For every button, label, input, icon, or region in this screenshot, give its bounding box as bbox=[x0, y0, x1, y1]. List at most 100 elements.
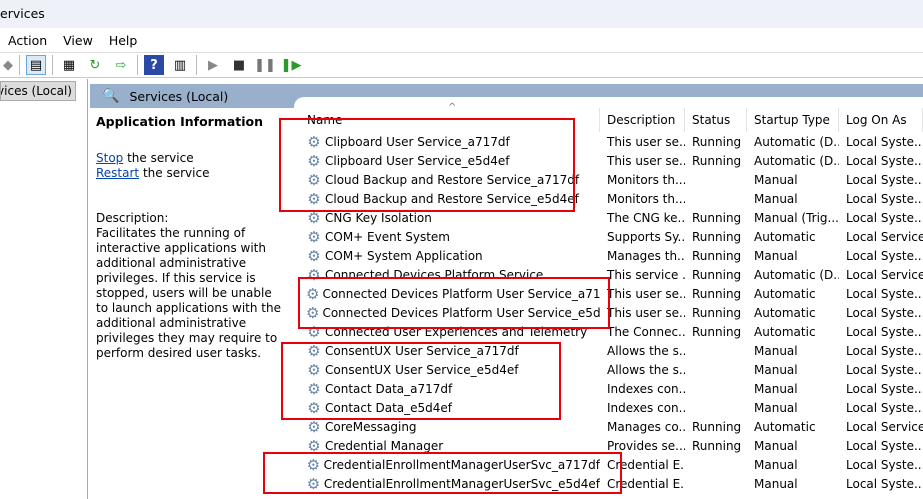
table-row[interactable]: ⚙ Connected Devices Platform Service This … bbox=[300, 265, 923, 284]
gear-icon: ⚙ bbox=[307, 266, 321, 283]
table-row[interactable]: ⚙ Connected User Experiences and Telemetr… bbox=[300, 322, 923, 341]
service-name: ⚙ Contact Data_e5d4ef bbox=[300, 400, 600, 416]
show-action-pane-icon[interactable]: ▥ bbox=[170, 55, 190, 75]
service-log-on-as: Local Syste... bbox=[846, 476, 923, 491]
service-description: Provides se... bbox=[607, 438, 685, 453]
service-startup-type: Manual bbox=[754, 457, 798, 472]
service-name-text: Connected Devices Platform User Service_… bbox=[322, 305, 600, 320]
table-row[interactable]: ⚙ Cloud Backup and Restore Service_a717df… bbox=[300, 170, 923, 189]
service-description: Indexes con... bbox=[607, 381, 685, 396]
properties-icon[interactable]: ▦ bbox=[59, 55, 79, 75]
gear-icon: ⚙ bbox=[307, 323, 321, 340]
sort-ascending-icon: ^ bbox=[448, 102, 457, 113]
menu-help[interactable]: Help bbox=[101, 33, 146, 48]
service-name: ⚙ Connected Devices Platform User Service… bbox=[300, 286, 600, 302]
service-startup-type: Manual bbox=[754, 191, 798, 206]
table-row[interactable]: ⚙ Credential Manager Provides se... Running… bbox=[300, 436, 923, 455]
service-status: Running bbox=[692, 324, 742, 339]
menu-action[interactable]: Action bbox=[0, 33, 55, 48]
service-startup-type: Automatic (D... bbox=[754, 153, 839, 168]
table-row[interactable]: ⚙ Cloud Backup and Restore Service_e5d4ef… bbox=[300, 189, 923, 208]
pause-service-icon[interactable]: ❚❚ bbox=[254, 55, 276, 75]
forward-icon[interactable]: ◆ bbox=[3, 55, 13, 75]
restart-service-icon[interactable]: ❚▶ bbox=[281, 55, 302, 75]
column-header-status[interactable]: Status bbox=[685, 108, 747, 132]
column-header-description[interactable]: Description bbox=[600, 108, 685, 132]
service-name: ⚙ CNG Key Isolation bbox=[300, 210, 600, 226]
service-description: This user se... bbox=[607, 305, 685, 320]
service-name-text: Connected Devices Platform Service bbox=[325, 267, 544, 282]
gear-icon: ⚙ bbox=[306, 475, 321, 492]
service-log-on-as: Local Service bbox=[846, 419, 923, 434]
table-row[interactable]: ⚙ Clipboard User Service_a717df This user … bbox=[300, 132, 923, 151]
show-hide-console-tree-icon[interactable]: ▤ bbox=[26, 55, 46, 75]
service-name-text: Connected Devices Platform User Service_… bbox=[322, 286, 600, 301]
service-name-text: Credential Manager bbox=[325, 438, 444, 453]
service-name-text: CredentialEnrollmentManagerUserSvc_e5d4e… bbox=[323, 476, 600, 491]
stop-service-icon[interactable]: ■ bbox=[229, 55, 249, 75]
gear-icon: ⚙ bbox=[307, 171, 321, 188]
service-name-text: ConsentUX User Service_e5d4ef bbox=[325, 362, 519, 377]
service-name-heading: Application Information bbox=[96, 114, 264, 129]
help-icon[interactable]: ? bbox=[144, 55, 164, 75]
service-name: ⚙ Credential Manager bbox=[300, 438, 600, 454]
table-row[interactable]: ⚙ ConsentUX User Service_e5d4ef Allows the… bbox=[300, 360, 923, 379]
table-row[interactable]: ⚙ Contact Data_a717df Indexes con... Manual… bbox=[300, 379, 923, 398]
table-row[interactable]: ⚙ ConsentUX User Service_a717df Allows the… bbox=[300, 341, 923, 360]
table-row[interactable]: ⚙ COM+ Event System Supports Sy... Running A… bbox=[300, 227, 923, 246]
service-startup-type: Automatic bbox=[754, 229, 816, 244]
service-name: ⚙ Clipboard User Service_e5d4ef bbox=[300, 153, 600, 169]
table-row[interactable]: ⚙ COM+ System Application Manages th... Run… bbox=[300, 246, 923, 265]
export-list-icon[interactable]: ⇨ bbox=[111, 55, 131, 75]
divider bbox=[52, 55, 53, 75]
service-description: Supports Sy... bbox=[607, 229, 685, 244]
gear-icon: ⚙ bbox=[307, 209, 321, 226]
gear-icon: ⚙ bbox=[307, 342, 321, 359]
column-header-startup-type[interactable]: Startup Type bbox=[747, 108, 839, 132]
service-name-text: ConsentUX User Service_a717df bbox=[325, 343, 519, 358]
service-startup-type: Manual bbox=[754, 476, 798, 491]
services-list: ^ Name Description Status Startup Type L… bbox=[300, 102, 923, 493]
service-description: Credential E... bbox=[607, 457, 685, 472]
gear-icon: ⚙ bbox=[307, 190, 321, 207]
gear-icon: ⚙ bbox=[307, 399, 321, 416]
service-name-text: Cloud Backup and Restore Service_a717df bbox=[325, 172, 580, 187]
table-row[interactable]: ⚙ CoreMessaging Manages co... Running Automa… bbox=[300, 417, 923, 436]
menu-view[interactable]: View bbox=[55, 33, 101, 48]
service-log-on-as: Local Syste... bbox=[846, 248, 923, 263]
service-name-text: Contact Data_e5d4ef bbox=[325, 400, 453, 415]
table-row[interactable]: ⚙ Connected Devices Platform User Service… bbox=[300, 284, 923, 303]
service-name-text: CNG Key Isolation bbox=[325, 210, 432, 225]
service-log-on-as: Local Syste... bbox=[846, 286, 923, 301]
service-startup-type: Automatic bbox=[754, 305, 816, 320]
stop-service-link[interactable]: Stop bbox=[96, 151, 123, 165]
table-row[interactable]: ⚙ CredentialEnrollmentManagerUserSvc_e5d4… bbox=[300, 474, 923, 493]
service-log-on-as: Local Syste... bbox=[846, 438, 923, 453]
console-tree: Services (Local) bbox=[0, 79, 88, 499]
start-service-icon[interactable]: ▶ bbox=[203, 55, 223, 75]
service-startup-type: Automatic (D... bbox=[754, 134, 839, 149]
service-startup-type: Manual (Trig... bbox=[754, 210, 839, 225]
service-name-text: COM+ Event System bbox=[325, 229, 450, 244]
service-log-on-as: Local Syste... bbox=[846, 400, 923, 415]
table-row[interactable]: ⚙ Contact Data_e5d4ef Indexes con... Manual… bbox=[300, 398, 923, 417]
column-header-log-on-as[interactable]: Log On As bbox=[839, 108, 923, 132]
table-row[interactable]: ⚙ Clipboard User Service_e5d4ef This user … bbox=[300, 151, 923, 170]
service-status: Running bbox=[692, 210, 742, 225]
gear-icon: ⚙ bbox=[307, 380, 321, 397]
service-status: Running bbox=[692, 286, 742, 301]
menu-bar: Action View Help bbox=[0, 28, 923, 52]
table-row[interactable]: ⚙ CredentialEnrollmentManagerUserSvc_a717… bbox=[300, 455, 923, 474]
tree-node-services-local[interactable]: Services (Local) bbox=[0, 81, 76, 101]
service-log-on-as: Local Syste... bbox=[846, 457, 923, 472]
restart-service-link[interactable]: Restart bbox=[96, 166, 139, 180]
service-log-on-as: Local Syste... bbox=[846, 172, 923, 187]
table-row[interactable]: ⚙ Connected Devices Platform User Service… bbox=[300, 303, 923, 322]
refresh-icon[interactable]: ↻ bbox=[85, 55, 105, 75]
service-description: This user se... bbox=[607, 134, 685, 149]
table-row[interactable]: ⚙ CNG Key Isolation The CNG ke... Running Ma… bbox=[300, 208, 923, 227]
service-name: ⚙ Clipboard User Service_a717df bbox=[300, 134, 600, 150]
service-description: Allows the s... bbox=[607, 362, 685, 377]
service-description: This user se... bbox=[607, 286, 685, 301]
service-status: Running bbox=[692, 267, 742, 282]
